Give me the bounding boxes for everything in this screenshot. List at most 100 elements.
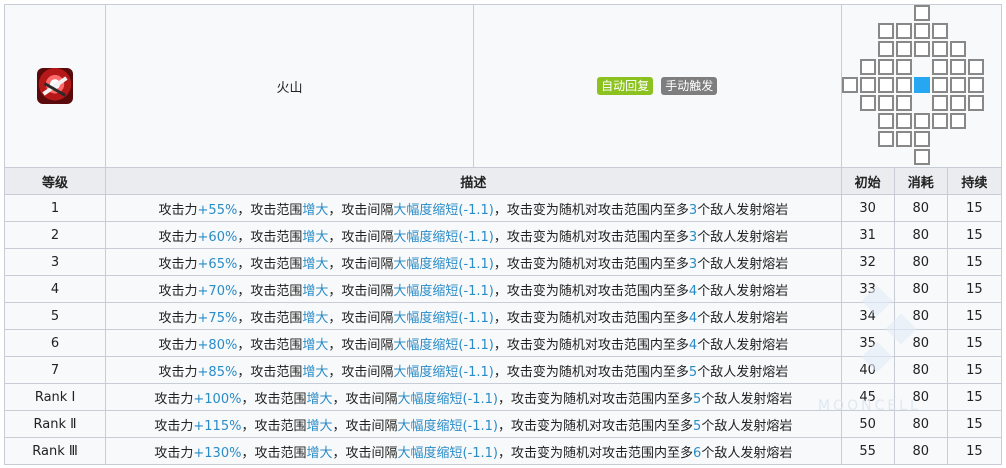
level-cell: 3	[3, 248, 107, 276]
desc-text: 个敌人发射熔岩	[701, 445, 793, 461]
desc-highlight-atk: +70%	[197, 283, 238, 299]
range-cell	[931, 77, 948, 93]
range-cell	[895, 59, 912, 75]
desc-text: 攻击力	[158, 256, 198, 272]
range-cell	[913, 5, 930, 21]
duration-cell: 15	[946, 383, 1003, 411]
desc-text: 个敌人发射熔岩	[697, 310, 789, 326]
desc-text: 个敌人发射熔岩	[697, 337, 789, 353]
desc-highlight-interval: 大幅度缩短(-1.1)	[393, 337, 494, 353]
skill-icon-cell	[3, 4, 107, 168]
description-cell: 攻击力+80%，攻击范围增大，攻击间隔大幅度缩短(-1.1)，攻击变为随机对攻击…	[105, 329, 842, 357]
level-cell: 2	[3, 221, 107, 249]
desc-highlight-interval: 大幅度缩短(-1.1)	[397, 391, 499, 407]
desc-text: ，攻击变为随机对攻击范围内至多	[498, 418, 694, 434]
range-cell	[949, 59, 966, 75]
desc-text: 个敌人发射熔岩	[697, 256, 789, 272]
range-cell	[841, 77, 858, 93]
desc-text: ，攻击范围	[237, 229, 303, 245]
desc-text: ，攻击变为随机对攻击范围内至多	[493, 229, 689, 245]
desc-highlight-range: 增大	[302, 337, 329, 353]
desc-highlight-count: 5	[688, 364, 698, 380]
duration-cell: 15	[946, 302, 1003, 330]
skill-name: 火山	[105, 4, 474, 168]
desc-text: ，攻击间隔	[332, 391, 398, 407]
desc-text: ，攻击范围	[237, 364, 303, 380]
range-cell	[895, 23, 912, 39]
desc-highlight-atk: +115%	[193, 418, 242, 434]
desc-highlight-range: 增大	[302, 310, 329, 326]
skill-tags: 自动回复 手动触发	[472, 4, 842, 168]
duration-cell: 15	[946, 275, 1003, 303]
header-level: 等级	[3, 167, 107, 195]
description-cell: 攻击力+60%，攻击范围增大，攻击间隔大幅度缩短(-1.1)，攻击变为随机对攻击…	[105, 221, 842, 249]
level-cell: Rank Ⅰ	[3, 383, 107, 411]
range-cell	[931, 95, 948, 111]
desc-text: ，攻击范围	[241, 391, 307, 407]
desc-text: 攻击力	[158, 310, 198, 326]
range-cell	[967, 95, 984, 111]
desc-highlight-interval: 大幅度缩短(-1.1)	[393, 283, 494, 299]
desc-highlight-range: 增大	[306, 391, 333, 407]
desc-highlight-atk: +65%	[197, 256, 238, 272]
desc-text: 攻击力	[158, 202, 198, 218]
desc-highlight-atk: +75%	[197, 310, 238, 326]
initial-sp-cell: 50	[840, 410, 895, 438]
range-cell	[859, 77, 876, 93]
table-row: 5 攻击力+75%，攻击范围增大，攻击间隔大幅度缩短(-1.1)，攻击变为随机对攻…	[3, 302, 1003, 330]
range-cell	[913, 131, 930, 147]
desc-text: 个敌人发射熔岩	[697, 229, 789, 245]
range-cell	[913, 23, 930, 39]
range-cell	[931, 59, 948, 75]
range-cell	[877, 77, 894, 93]
desc-text: 攻击力	[154, 391, 194, 407]
duration-cell: 15	[946, 221, 1003, 249]
range-cell	[913, 149, 930, 165]
desc-text: 攻击力	[158, 337, 198, 353]
auto-recovery-tag: 自动回复	[597, 77, 654, 95]
desc-text: ，攻击间隔	[328, 283, 394, 299]
desc-text: ，攻击间隔	[328, 337, 394, 353]
desc-text: 个敌人发射熔岩	[697, 202, 789, 218]
desc-highlight-interval: 大幅度缩短(-1.1)	[393, 310, 494, 326]
table-row: 6 攻击力+80%，攻击范围增大，攻击间隔大幅度缩短(-1.1)，攻击变为随机对攻…	[3, 329, 1003, 357]
desc-text: 个敌人发射熔岩	[701, 391, 793, 407]
initial-sp-cell: 55	[840, 437, 895, 465]
manual-trigger-tag: 手动触发	[661, 77, 718, 95]
table-row: 7 攻击力+85%，攻击范围增大，攻击间隔大幅度缩短(-1.1)，攻击变为随机对攻…	[3, 356, 1003, 384]
desc-text: ，攻击间隔	[332, 445, 398, 461]
range-cell	[895, 131, 912, 147]
range-cell	[859, 95, 876, 111]
level-cell: 6	[3, 329, 107, 357]
desc-text: ，攻击范围	[237, 256, 303, 272]
desc-text: ，攻击范围	[237, 202, 303, 218]
desc-highlight-count: 3	[688, 256, 698, 272]
sp-cost-cell: 80	[893, 194, 948, 222]
description-cell: 攻击力+85%，攻击范围增大，攻击间隔大幅度缩短(-1.1)，攻击变为随机对攻击…	[105, 356, 842, 384]
skill-panel: 火山 自动回复 手动触发 等级 描述 初始 消耗 持续 1 攻击力+55%，攻击范…	[0, 0, 1006, 468]
duration-cell: 15	[946, 410, 1003, 438]
desc-highlight-count: 3	[688, 202, 698, 218]
range-cell	[877, 41, 894, 57]
desc-text: ，攻击间隔	[328, 256, 394, 272]
sp-cost-cell: 80	[893, 275, 948, 303]
desc-text: ，攻击变为随机对攻击范围内至多	[493, 364, 689, 380]
initial-sp-cell: 31	[840, 221, 895, 249]
header-cost: 消耗	[893, 167, 948, 195]
range-cell	[877, 113, 894, 129]
desc-text: ，攻击变为随机对攻击范围内至多	[498, 391, 694, 407]
desc-highlight-count: 3	[688, 229, 698, 245]
desc-text: ，攻击变为随机对攻击范围内至多	[493, 202, 689, 218]
column-header-row: 等级 描述 初始 消耗 持续	[3, 167, 1003, 195]
range-cell	[859, 59, 876, 75]
range-cell	[931, 41, 948, 57]
range-cell	[895, 41, 912, 57]
desc-highlight-interval: 大幅度缩短(-1.1)	[397, 445, 499, 461]
desc-text: ，攻击范围	[241, 445, 307, 461]
desc-highlight-atk: +60%	[197, 229, 238, 245]
duration-cell: 15	[946, 248, 1003, 276]
desc-text: ，攻击间隔	[328, 364, 394, 380]
attack-range-cell	[840, 4, 1003, 168]
desc-highlight-interval: 大幅度缩短(-1.1)	[393, 364, 494, 380]
range-cell	[967, 77, 984, 93]
